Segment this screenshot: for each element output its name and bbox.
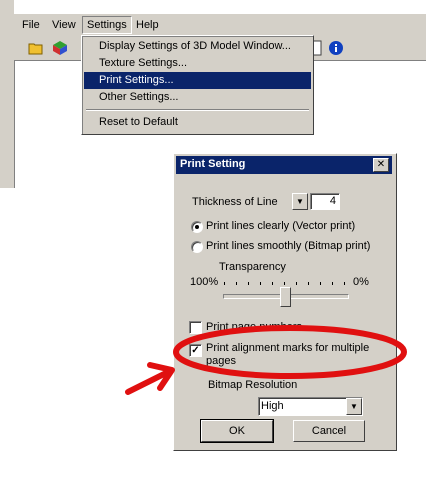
thickness-dropdown-icon[interactable]: ▼: [292, 193, 308, 210]
menu-view[interactable]: View: [48, 17, 80, 33]
menu-texture-settings[interactable]: Texture Settings...: [84, 55, 311, 72]
cancel-button[interactable]: Cancel: [293, 420, 365, 442]
window-left-edge: [0, 0, 14, 188]
bitmap-resolution-label: Bitmap Resolution: [208, 379, 298, 391]
vector-print-label: Print lines clearly (Vector print): [206, 220, 356, 232]
alignment-marks-checkbox[interactable]: ✓: [189, 344, 202, 357]
close-icon[interactable]: ✕: [373, 158, 389, 172]
transparency-label: Transparency: [219, 261, 286, 273]
print-setting-dialog: Print Setting ✕ Thickness of Line ▼ 4 Pr…: [173, 153, 397, 451]
ok-button[interactable]: OK: [200, 419, 274, 443]
page-numbers-checkbox[interactable]: [189, 321, 202, 334]
open-folder-icon[interactable]: [28, 40, 44, 56]
transparency-min-label: 100%: [190, 276, 219, 288]
menu-help[interactable]: Help: [132, 17, 163, 33]
page-numbers-label: Print page numbers: [206, 321, 302, 333]
menu-print-settings[interactable]: Print Settings...: [84, 72, 311, 89]
3d-model-icon[interactable]: [52, 40, 68, 56]
transparency-slider-thumb[interactable]: [280, 287, 291, 307]
dialog-title: Print Setting: [180, 158, 246, 170]
info-icon[interactable]: [328, 40, 344, 56]
dialog-titlebar[interactable]: Print Setting ✕: [176, 156, 392, 174]
annotation-arrow: [125, 362, 175, 395]
menu-display-settings[interactable]: Display Settings of 3D Model Window...: [84, 38, 311, 55]
menu-bar: File View Settings Help: [14, 14, 426, 36]
vector-print-radio[interactable]: [191, 221, 203, 233]
thickness-value[interactable]: 4: [310, 193, 340, 210]
menu-file[interactable]: File: [18, 17, 44, 33]
alignment-marks-label-line1: Print alignment marks for multiple: [206, 342, 370, 354]
resolution-dropdown-icon[interactable]: ▼: [346, 398, 362, 415]
alignment-marks-label-line2: pages: [206, 355, 236, 367]
bitmap-print-label: Print lines smoothly (Bitmap print): [206, 240, 371, 252]
transparency-max-label: 0%: [353, 276, 369, 288]
thickness-label: Thickness of Line: [192, 196, 278, 208]
settings-dropdown: Display Settings of 3D Model Window... T…: [81, 35, 314, 135]
menu-settings[interactable]: Settings: [82, 16, 132, 34]
menu-other-settings[interactable]: Other Settings...: [84, 89, 311, 106]
menu-separator: [86, 109, 309, 111]
menu-reset-default[interactable]: Reset to Default: [84, 114, 311, 131]
bitmap-print-radio[interactable]: [191, 241, 203, 253]
